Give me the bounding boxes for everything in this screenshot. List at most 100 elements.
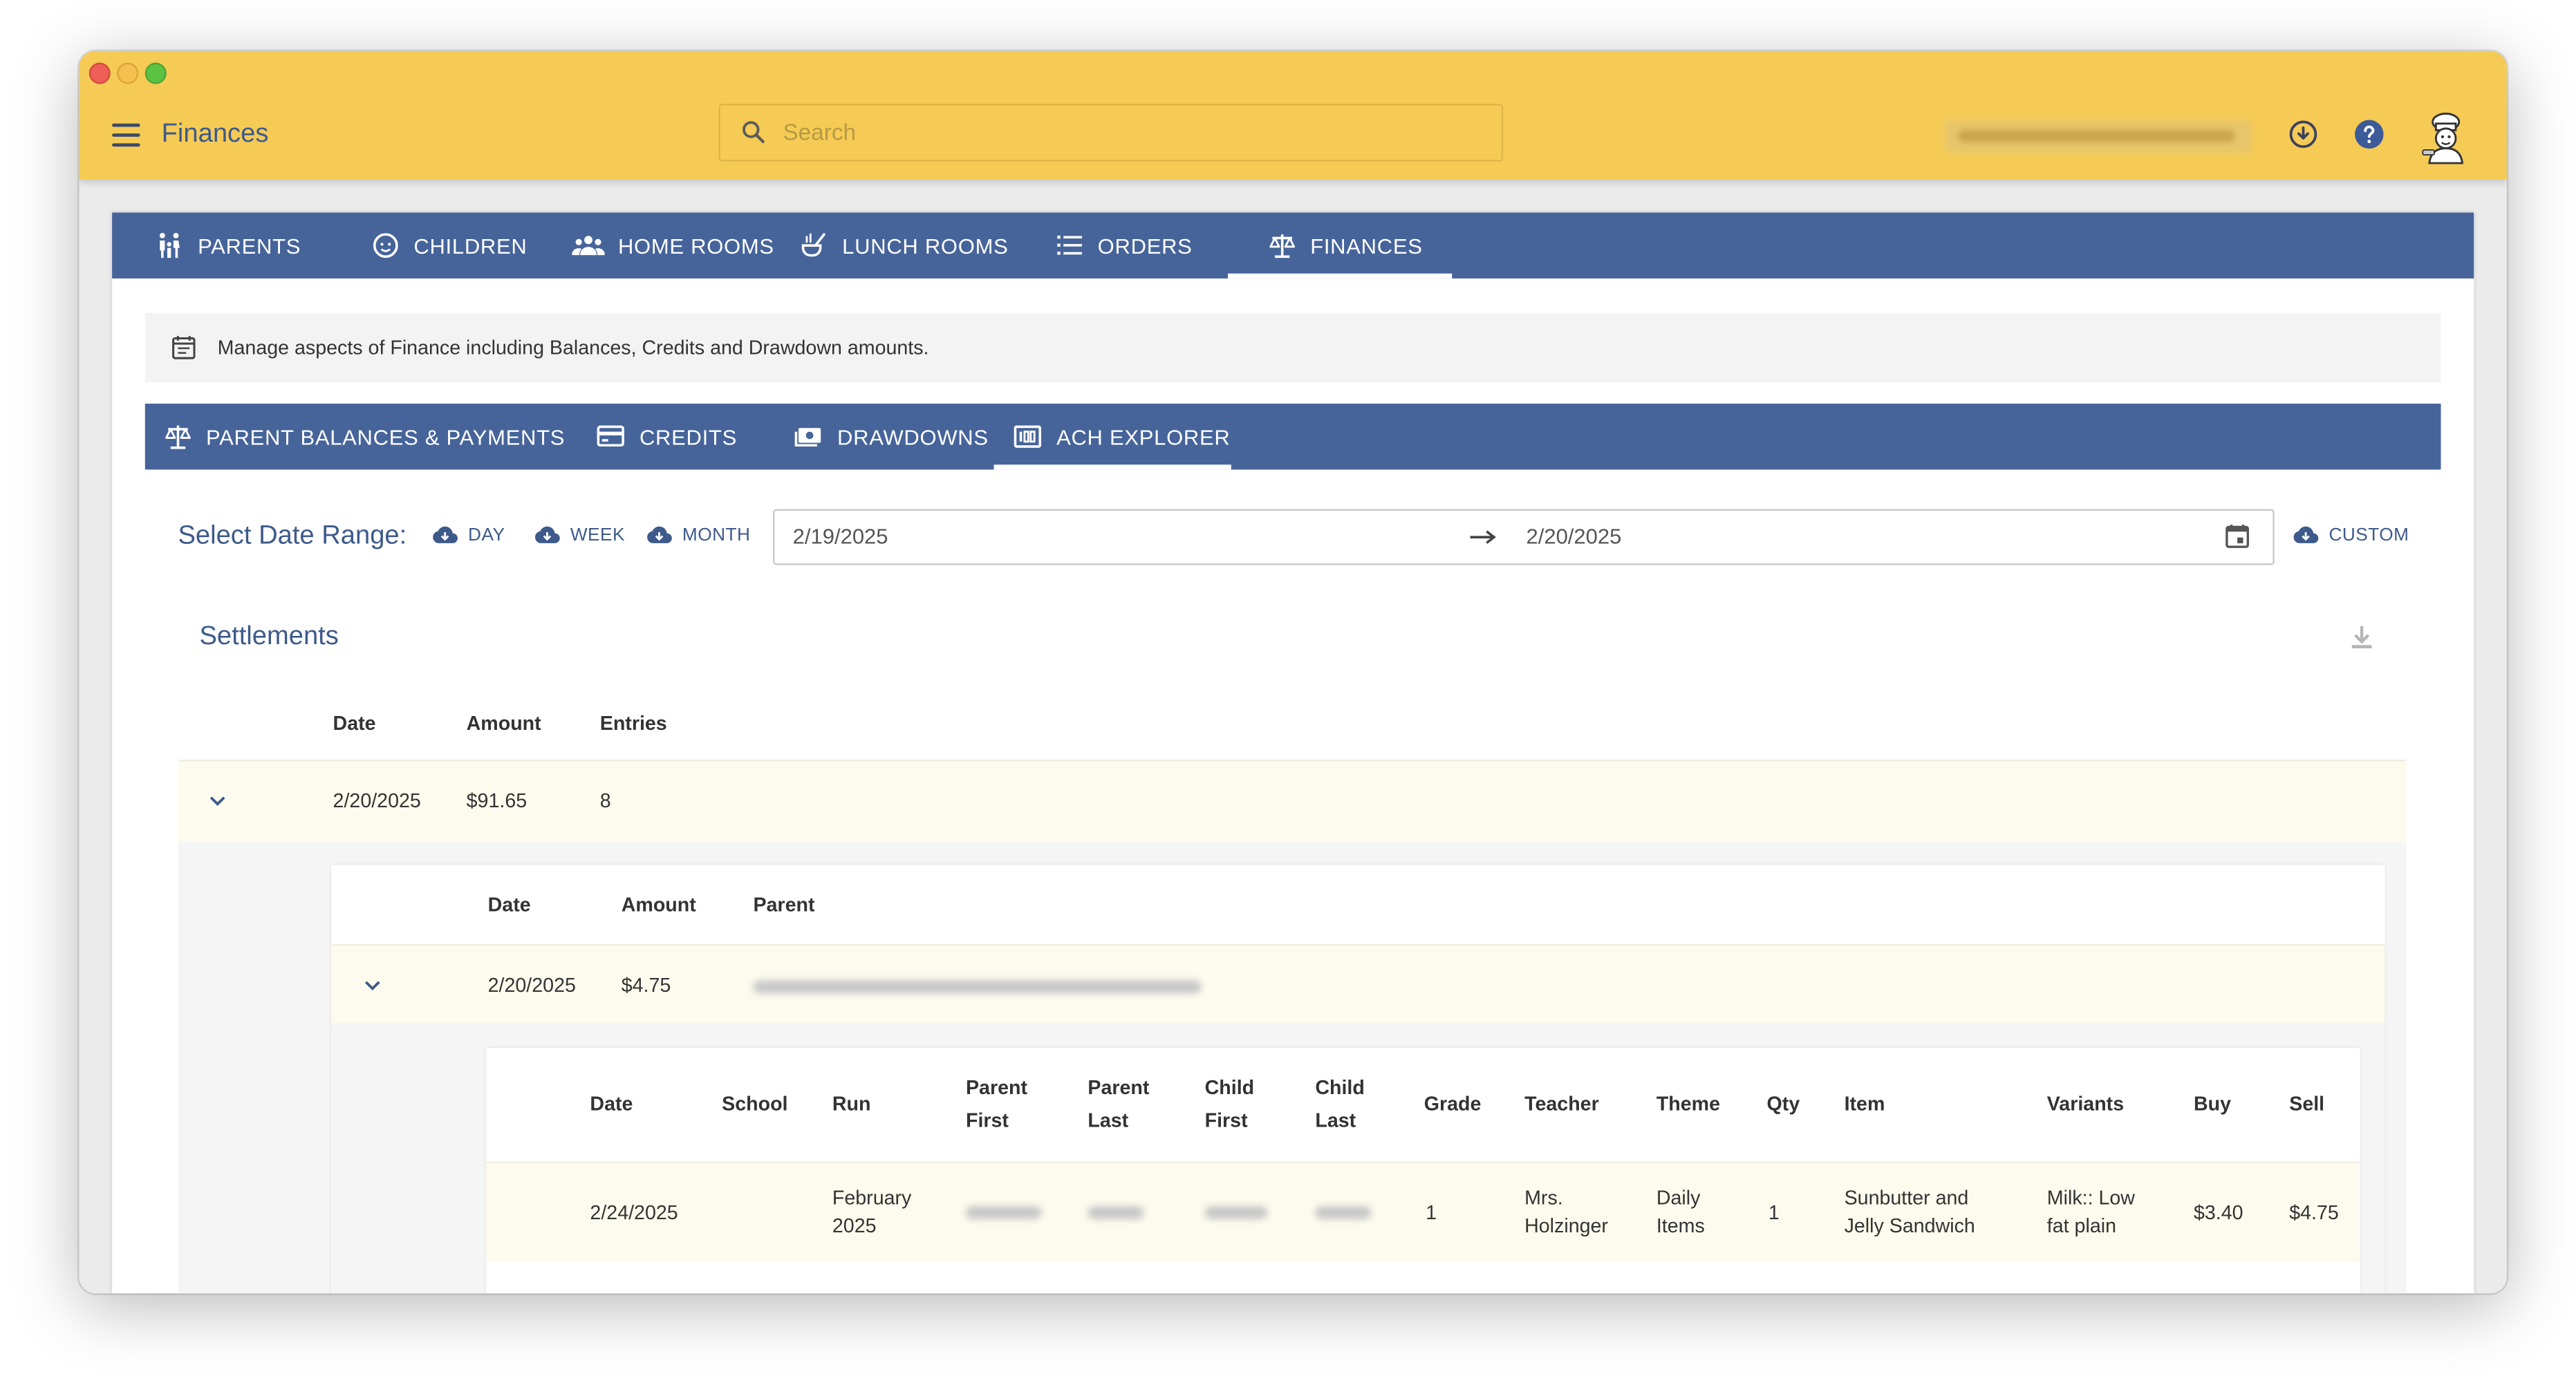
order-item-row[interactable]: 2/24/2025 February 2025 1 Mrs. Holzinger… xyxy=(486,1161,2360,1263)
tab-children[interactable]: CHILDREN xyxy=(371,213,527,279)
item-header-grade: Grade xyxy=(1424,1092,1482,1116)
family-icon xyxy=(159,232,180,258)
window-zoom-button[interactable] xyxy=(144,62,167,84)
entry-details: Date School Run Parent First Parent Last… xyxy=(331,1023,2385,1294)
finance-sub-tab-bar: PARENT BALANCES & PAYMENTS CREDITS DRAWD… xyxy=(144,404,2441,470)
tab-orders-label: ORDERS xyxy=(1097,233,1193,258)
chevron-down-icon[interactable] xyxy=(209,794,226,807)
item-header-child-first-2: First xyxy=(1204,1109,1248,1132)
cloud-download-icon xyxy=(647,526,672,543)
range-custom-label: CUSTOM xyxy=(2328,525,2409,546)
date-range-label: Select Date Range: xyxy=(178,522,407,551)
search-icon xyxy=(743,121,765,144)
date-range-picker[interactable]: 2/19/2025 2/20/2025 xyxy=(773,509,2275,565)
chef-avatar-icon[interactable] xyxy=(2416,107,2476,167)
subtab-credits[interactable]: CREDITS xyxy=(595,404,737,469)
tab-children-label: CHILDREN xyxy=(413,233,528,258)
settlement-header-entries: Entries xyxy=(599,711,667,735)
tab-parents[interactable]: PARENTS xyxy=(155,213,301,279)
item-parent-last-redacted xyxy=(1088,1206,1144,1220)
window-minimize-button[interactable] xyxy=(117,62,139,84)
item-header-parent-first-1: Parent xyxy=(965,1075,1028,1100)
cloud-download-icon xyxy=(433,526,458,543)
entry-parent-redacted xyxy=(753,980,1202,994)
range-day-button[interactable]: DAY xyxy=(432,525,505,545)
subtab-credits-label: CREDITS xyxy=(639,424,738,449)
tab-finances[interactable]: FINANCES xyxy=(1267,213,1422,279)
download-icon[interactable] xyxy=(2350,624,2373,649)
start-date-input[interactable]: 2/19/2025 xyxy=(793,524,888,549)
item-teacher-2: Holzinger xyxy=(1524,1214,1608,1238)
item-header-child-last-2: Last xyxy=(1315,1109,1356,1132)
subtab-ach-explorer-label: ACH EXPLORER xyxy=(1056,424,1231,449)
item-date: 2/24/2025 xyxy=(590,1201,678,1225)
range-week-label: WEEK xyxy=(570,525,625,546)
search-input[interactable]: Search xyxy=(718,104,1504,162)
credit-card-icon xyxy=(597,425,624,447)
item-header-date: Date xyxy=(590,1092,633,1116)
settlement-date: 2/20/2025 xyxy=(333,789,421,813)
settlement-row[interactable]: 2/20/2025 $91.65 8 xyxy=(178,759,2407,845)
item-header-child-first-1: Child xyxy=(1204,1075,1255,1100)
entry-row[interactable]: 2/20/2025 $4.75 xyxy=(331,943,2385,1027)
scale-icon xyxy=(1269,234,1296,258)
subtab-ach-explorer[interactable]: ACH EXPLORER xyxy=(1012,404,1231,469)
tab-finances-label: FINANCES xyxy=(1310,233,1423,258)
user-email-redacted xyxy=(1945,120,2252,153)
main-content: PARENTS CHILDREN HOME ROOMS LUNCH ROOMS … xyxy=(112,212,2474,1294)
app-window: Finances Search PARENTS CHILDREN HOME RO… xyxy=(79,50,2507,1294)
cash-icon xyxy=(794,428,821,447)
item-child-last-redacted xyxy=(1315,1206,1372,1220)
top-app-bar: Finances Search xyxy=(79,50,2507,180)
settlement-details: Date Amount Parent 2/20/2025 $4.75 Date … xyxy=(178,842,2407,1294)
entry-date: 2/20/2025 xyxy=(487,973,576,997)
active-tab-indicator xyxy=(1228,273,1453,279)
tab-home-rooms[interactable]: HOME ROOMS xyxy=(572,213,774,279)
tab-lunch-rooms[interactable]: LUNCH ROOMS xyxy=(799,213,1008,279)
list-icon xyxy=(1057,235,1083,255)
calendar-note-icon xyxy=(172,336,196,359)
chevron-down-icon[interactable] xyxy=(364,979,381,992)
range-month-label: MONTH xyxy=(682,525,751,546)
item-header-school: School xyxy=(722,1092,788,1116)
group-icon xyxy=(572,236,605,256)
window-close-button[interactable] xyxy=(88,62,111,84)
item-header-variants: Variants xyxy=(2046,1092,2125,1116)
download-circle-icon[interactable] xyxy=(2288,119,2319,150)
settlements-title: Settlements xyxy=(199,623,339,651)
tab-parents-label: PARENTS xyxy=(198,233,301,258)
hamburger-menu-icon[interactable] xyxy=(112,123,142,147)
child-face-icon xyxy=(373,233,398,258)
subtab-drawdowns-label: DRAWDOWNS xyxy=(837,424,989,449)
subtab-parent-balances[interactable]: PARENT BALANCES & PAYMENTS xyxy=(163,404,565,469)
cloud-download-icon xyxy=(534,526,560,543)
item-header-teacher: Teacher xyxy=(1524,1092,1599,1116)
subtab-drawdowns[interactable]: DRAWDOWNS xyxy=(793,404,989,469)
help-icon[interactable] xyxy=(2353,119,2384,150)
item-header-run: Run xyxy=(832,1092,871,1116)
search-placeholder: Search xyxy=(783,118,857,145)
app-title: Finances xyxy=(161,120,269,149)
item-theme-1: Daily xyxy=(1656,1186,1701,1210)
subtab-parent-balances-label: PARENT BALANCES & PAYMENTS xyxy=(205,424,566,449)
item-header-item: Item xyxy=(1844,1092,1885,1116)
range-month-button[interactable]: MONTH xyxy=(646,525,750,545)
settlement-amount: $91.65 xyxy=(466,789,528,813)
item-header-sell: Sell xyxy=(2289,1092,2325,1116)
entry-amount: $4.75 xyxy=(621,973,671,997)
range-custom-button[interactable]: CUSTOM xyxy=(2293,525,2409,545)
range-week-button[interactable]: WEEK xyxy=(534,525,625,545)
tab-orders[interactable]: ORDERS xyxy=(1055,213,1193,279)
calendar-icon[interactable] xyxy=(2223,523,2252,551)
end-date-input[interactable]: 2/20/2025 xyxy=(1526,524,1621,549)
scale-icon xyxy=(165,425,191,449)
item-sell: $4.75 xyxy=(2289,1201,2339,1225)
info-banner: Manage aspects of Finance including Bala… xyxy=(144,312,2441,383)
item-run-2: 2025 xyxy=(832,1214,877,1238)
item-name-2: Jelly Sandwich xyxy=(1844,1214,1975,1238)
item-teacher-1: Mrs. xyxy=(1524,1186,1563,1210)
active-subtab-indicator xyxy=(993,464,1231,470)
tab-lunch-rooms-label: LUNCH ROOMS xyxy=(842,233,1009,258)
main-tab-bar: PARENTS CHILDREN HOME ROOMS LUNCH ROOMS … xyxy=(112,212,2474,279)
entry-header-parent: Parent xyxy=(753,893,815,916)
